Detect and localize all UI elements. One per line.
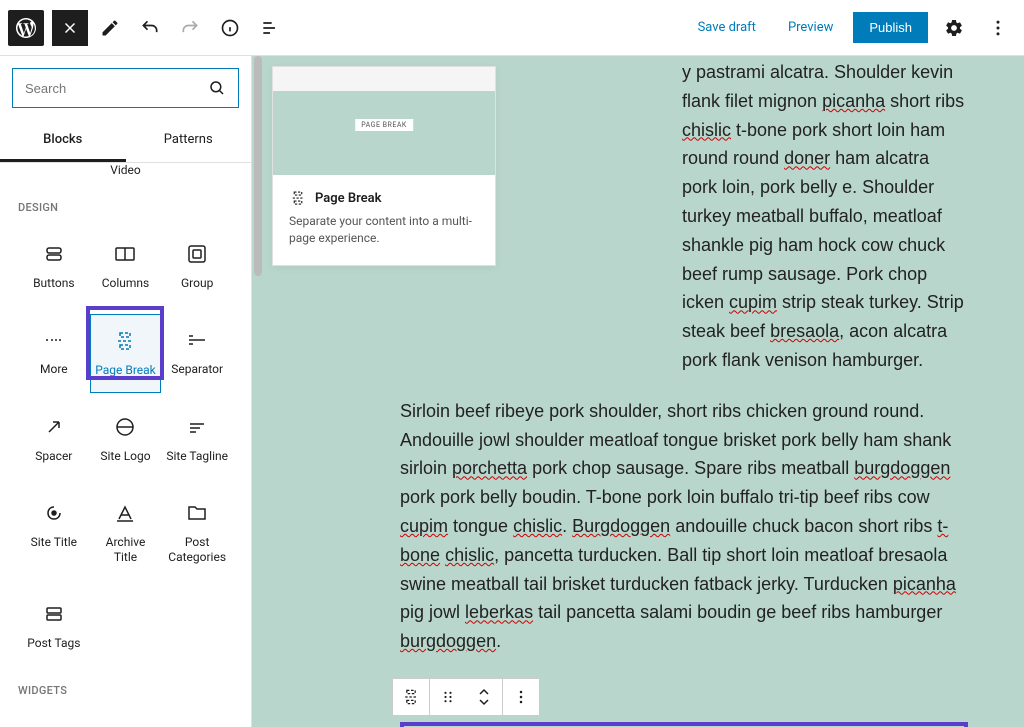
block-inserter-sidebar: Blocks Patterns Video DESIGN Buttons Col… [0,56,252,727]
block-item-calendar[interactable]: Calendar [161,711,233,727]
spacer-icon [42,415,66,439]
block-item-post-tags[interactable]: Post Tags [18,588,90,666]
site-logo-icon [113,415,137,439]
wordpress-logo[interactable] [8,10,44,46]
main-area: Blocks Patterns Video DESIGN Buttons Col… [0,56,1024,727]
scrollbar[interactable] [252,56,264,727]
list-view-icon[interactable] [252,10,288,46]
paragraph[interactable]: y pastrami alcatra. Shoulder kevin flank… [682,58,968,375]
search-icon [208,79,226,97]
archive-title-icon [113,501,137,525]
block-item-archive-title[interactable]: Archive Title [90,487,162,580]
toolbar-right: Save draft Preview Publish [686,10,1016,46]
block-item-shortcode[interactable]: Shortcode [18,711,90,727]
close-inserter-button[interactable] [52,10,88,46]
toolbar-left [8,10,288,46]
more-options-icon[interactable] [980,10,1016,46]
publish-button[interactable]: Publish [853,12,928,43]
post-content[interactable]: y pastrami alcatra. Shoulder kevin flank… [400,56,968,727]
redo-icon[interactable] [172,10,208,46]
block-item-buttons[interactable]: Buttons [18,228,90,306]
page-break-icon [289,189,307,207]
settings-icon[interactable] [936,10,972,46]
block-type-button[interactable] [393,679,429,715]
block-item-separator[interactable]: Separator [161,314,233,394]
section-design-label: DESIGN [18,201,233,214]
search-box[interactable] [12,68,239,108]
more-icon [42,328,66,352]
block-item-page-break[interactable]: Page Break [90,314,162,394]
editor-canvas[interactable]: PAGE BREAK Page Break Separate your cont… [252,56,1024,727]
block-item-post-categories[interactable]: Post Categories [161,487,233,580]
info-icon[interactable] [212,10,248,46]
block-item-site-logo[interactable]: Site Logo [90,401,162,479]
block-item-more[interactable]: More [18,314,90,394]
save-draft-button[interactable]: Save draft [686,12,768,43]
undo-icon[interactable] [132,10,168,46]
block-item-group[interactable]: Group [161,228,233,306]
edit-icon[interactable] [92,10,128,46]
tab-blocks[interactable]: Blocks [0,120,126,162]
block-more-options-icon[interactable] [503,679,539,715]
block-item-archives[interactable]: Archives [90,711,162,727]
block-item-columns[interactable]: Columns [90,228,162,306]
site-tagline-icon [185,415,209,439]
section-widgets-label: WIDGETS [18,684,233,697]
block-toolbar [392,678,540,716]
post-categories-icon [185,501,209,525]
site-title-icon [42,501,66,525]
search-input[interactable] [25,81,208,96]
top-toolbar: Save draft Preview Publish [0,0,1024,56]
page-break-icon [113,329,137,353]
block-item-spacer[interactable]: Spacer [18,401,90,479]
page-break-block[interactable]: PAGE BREAK [400,722,968,727]
move-up-down-button[interactable] [466,679,502,715]
paragraph[interactable]: Sirloin beef ribeye pork shoulder, short… [400,397,968,656]
post-tags-icon [42,602,66,626]
drag-handle-icon[interactable] [430,679,466,715]
columns-icon [113,242,137,266]
inserter-tabs: Blocks Patterns [0,120,251,163]
blocks-panel[interactable]: Video DESIGN Buttons Columns Group More … [0,163,251,727]
block-item-site-tagline[interactable]: Site Tagline [161,401,233,479]
preview-button[interactable]: Preview [776,12,845,43]
buttons-icon [42,242,66,266]
separator-icon [185,328,209,352]
block-item-video[interactable]: Video [18,163,233,183]
block-item-site-title[interactable]: Site Title [18,487,90,580]
tab-patterns[interactable]: Patterns [126,120,252,162]
group-icon [185,242,209,266]
